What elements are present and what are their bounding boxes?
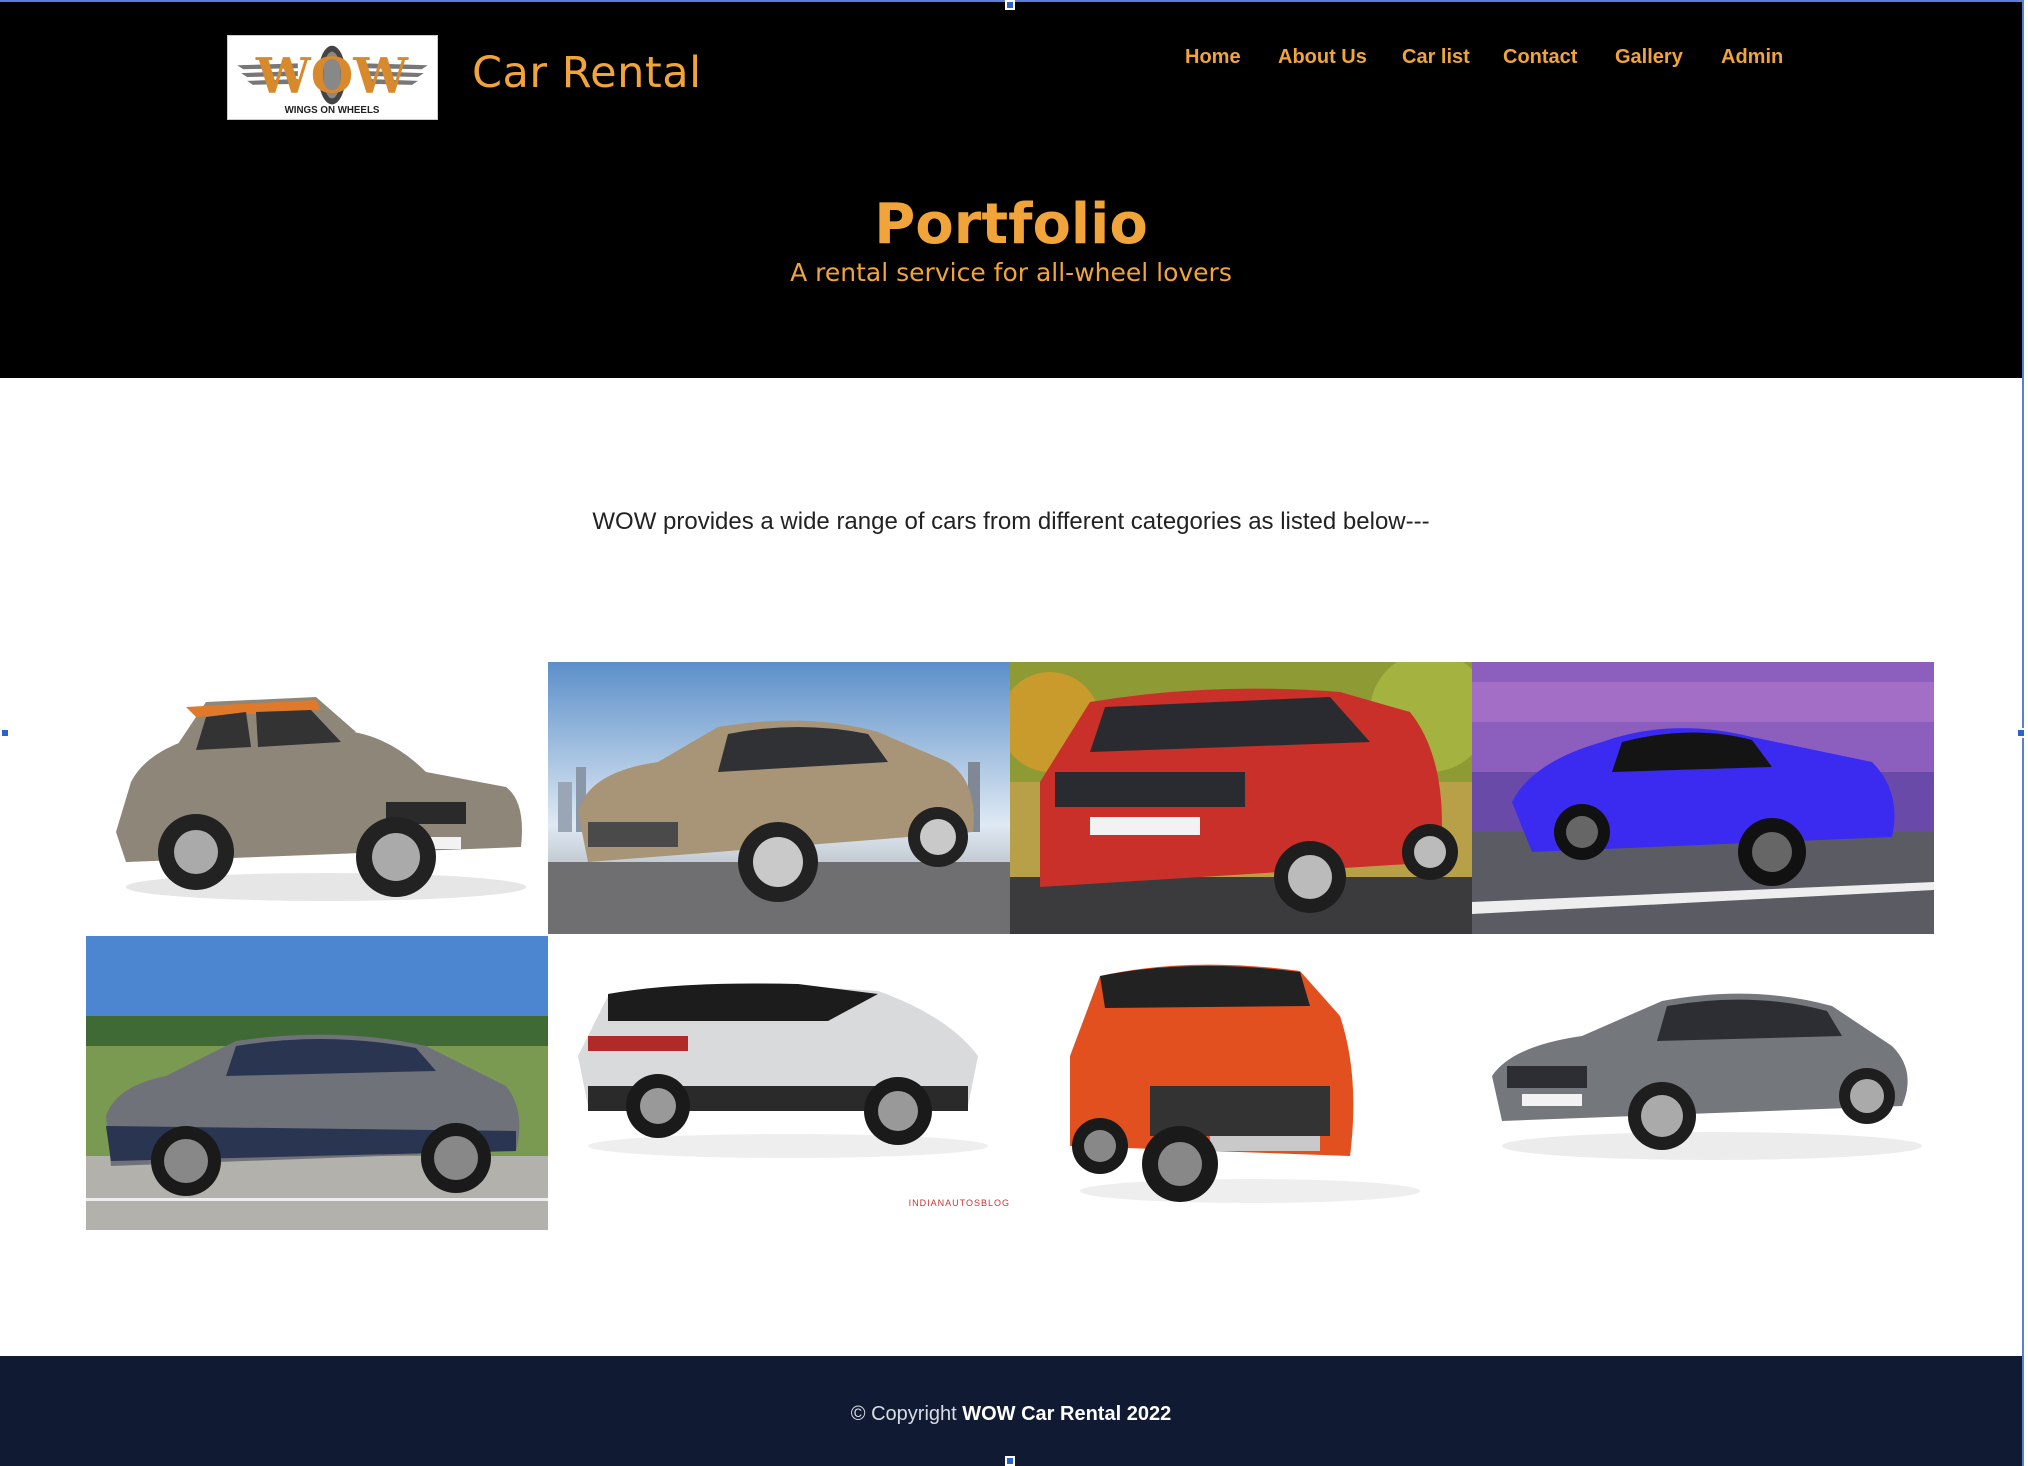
nav-contact[interactable]: Contact: [1503, 46, 1577, 69]
resize-handle-top[interactable]: [1005, 0, 1015, 10]
car-photo: [1472, 662, 1934, 934]
copyright-brand: WOW Car Rental 2022: [962, 1403, 1172, 1425]
car-image-6[interactable]: INDIANAUTOSBLOG: [548, 936, 1010, 1230]
car-photo: [1010, 662, 1472, 934]
resize-handle-left[interactable]: [0, 728, 10, 738]
nav-admin[interactable]: Admin: [1721, 46, 1783, 69]
car-image-1[interactable]: [86, 662, 548, 934]
logo-tagline: WINGS ON WHEELS: [285, 105, 380, 116]
nav-gallery[interactable]: Gallery: [1615, 46, 1683, 69]
page-title: Portfolio: [874, 192, 1148, 257]
resize-handle-bottom[interactable]: [1005, 1456, 1015, 1466]
car-image-4[interactable]: [1472, 662, 1934, 934]
nav-about-us[interactable]: About Us: [1278, 46, 1367, 69]
car-image-8[interactable]: [1472, 936, 1934, 1230]
car-gallery: INDIANAUTOSBLOG: [86, 662, 1934, 1230]
car-photo: [548, 936, 1010, 1230]
copyright-text: © Copyright WOW Car Rental 2022: [0, 1403, 2022, 1426]
car-image-5[interactable]: [86, 936, 548, 1230]
image-watermark: INDIANAUTOSBLOG: [908, 1198, 1010, 1208]
car-photo: [548, 662, 1010, 934]
car-photo: [86, 936, 548, 1230]
site-footer: © Copyright WOW Car Rental 2022: [0, 1356, 2022, 1466]
car-photo: [1472, 936, 1934, 1230]
car-image-7[interactable]: [1010, 936, 1472, 1230]
car-image-3[interactable]: [1010, 662, 1472, 934]
nav-car-list[interactable]: Car list: [1402, 46, 1470, 69]
car-photo: [1010, 936, 1472, 1230]
page-subtitle: A rental service for all-wheel lovers: [790, 258, 1232, 287]
car-image-2[interactable]: [548, 662, 1010, 934]
resize-handle-right[interactable]: [2016, 728, 2026, 738]
nav-home[interactable]: Home: [1185, 46, 1241, 69]
intro-text: WOW provides a wide range of cars from d…: [592, 508, 1430, 535]
main-nav: Home About Us Car list Contact Gallery A…: [0, 46, 2022, 76]
site-header: WOW WINGS ON WHEELS Car Rental Home Abou…: [0, 0, 2022, 378]
car-photo: [86, 662, 548, 934]
copyright-prefix: © Copyright: [850, 1403, 963, 1425]
